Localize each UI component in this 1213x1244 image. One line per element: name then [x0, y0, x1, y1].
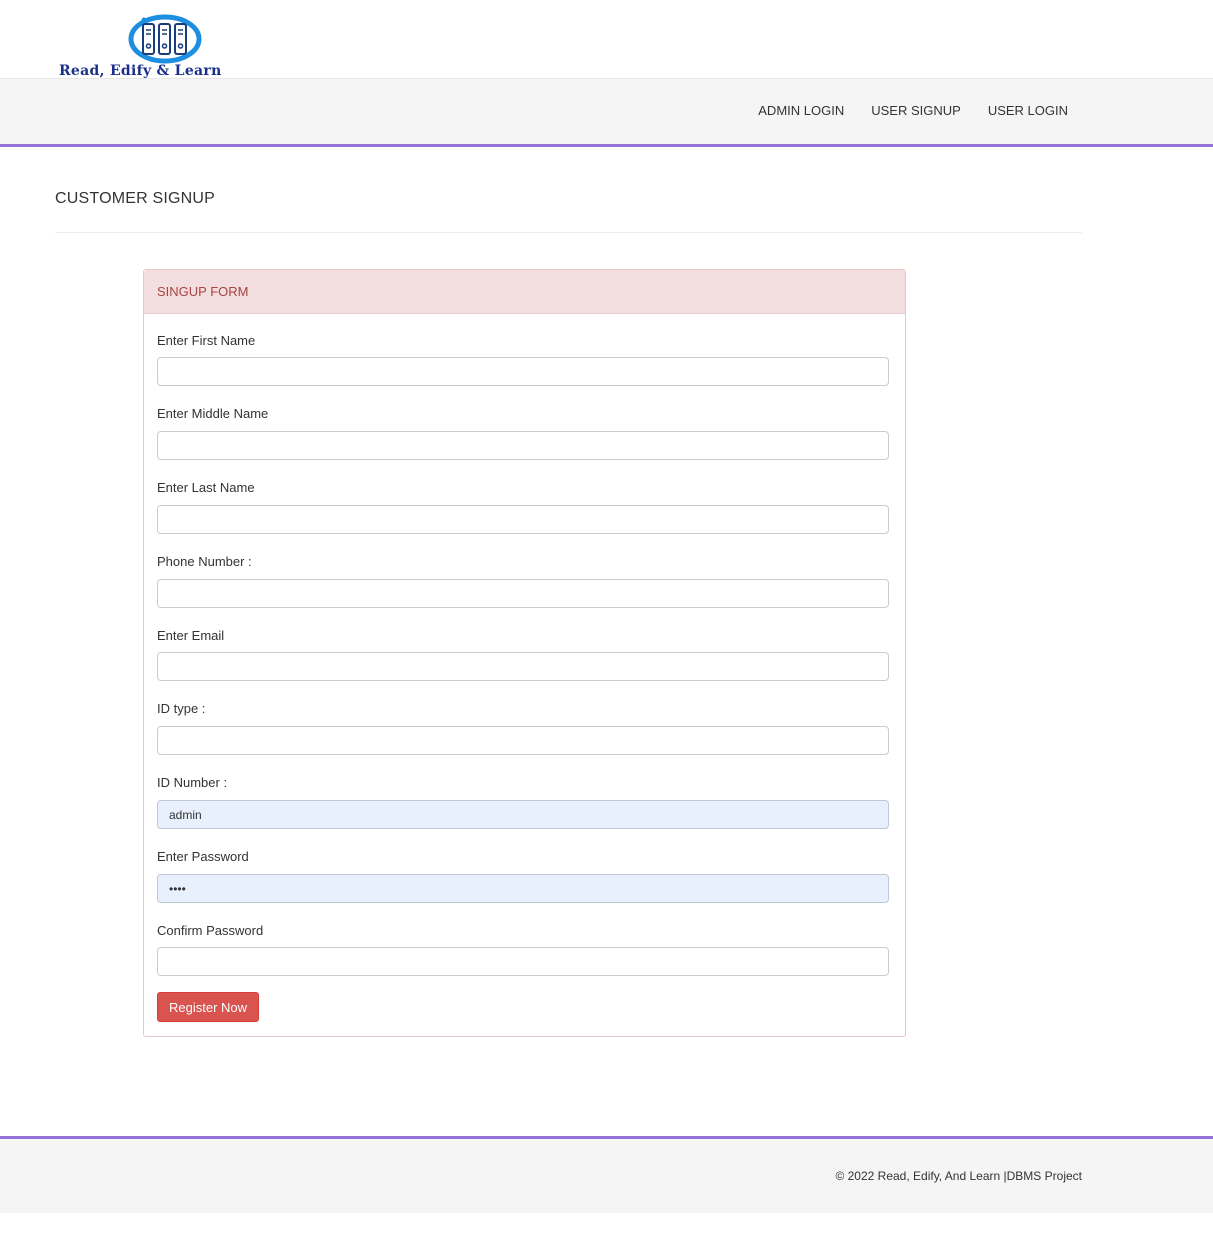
confirm-password-label: Confirm Password — [157, 923, 264, 938]
last-name-input[interactable] — [157, 505, 889, 534]
site-footer: © 2022 Read, Edify, And Learn |DBMS Proj… — [0, 1136, 1213, 1213]
books-logo-icon — [128, 14, 202, 64]
password-label: Enter Password — [157, 849, 249, 864]
id-number-label: ID Number : — [157, 775, 228, 790]
page-title: CUSTOMER SIGNUP — [55, 190, 216, 207]
password-input[interactable] — [157, 874, 889, 903]
last-name-label: Enter Last Name — [157, 480, 255, 495]
email-input[interactable] — [157, 652, 889, 681]
site-header: Read, Edify & Learn — [0, 0, 1213, 80]
confirm-password-input[interactable] — [157, 947, 889, 976]
nav-user-login[interactable]: USER LOGIN — [988, 103, 1068, 118]
middle-name-input[interactable] — [157, 431, 889, 460]
email-label: Enter Email — [157, 628, 225, 643]
phone-number-input[interactable] — [157, 579, 889, 608]
id-type-input[interactable] — [157, 726, 889, 755]
phone-number-label: Phone Number : — [157, 554, 252, 569]
first-name-input[interactable] — [157, 357, 889, 386]
nav-admin-login[interactable]: ADMIN LOGIN — [758, 103, 844, 118]
middle-name-label: Enter Middle Name — [157, 406, 269, 421]
first-name-label: Enter First Name — [157, 333, 256, 348]
brand-name: Read, Edify & Learn — [59, 63, 222, 79]
register-button[interactable]: Register Now — [157, 992, 259, 1022]
site-logo[interactable]: Read, Edify & Learn — [55, 14, 279, 80]
form-heading: SINGUP FORM — [144, 270, 905, 314]
signup-form-panel: SINGUP FORM Enter First Name Enter Middl… — [143, 269, 906, 1037]
footer-copyright: © 2022 Read, Edify, And Learn |DBMS Proj… — [835, 1169, 1082, 1183]
id-number-input[interactable] — [157, 800, 889, 829]
nav-user-signup[interactable]: USER SIGNUP — [871, 103, 961, 118]
id-type-label: ID type : — [157, 701, 206, 716]
nav-menu: ADMIN LOGIN USER SIGNUP USER LOGIN — [758, 103, 1068, 118]
title-divider — [55, 232, 1082, 233]
navbar: ADMIN LOGIN USER SIGNUP USER LOGIN — [0, 78, 1213, 147]
